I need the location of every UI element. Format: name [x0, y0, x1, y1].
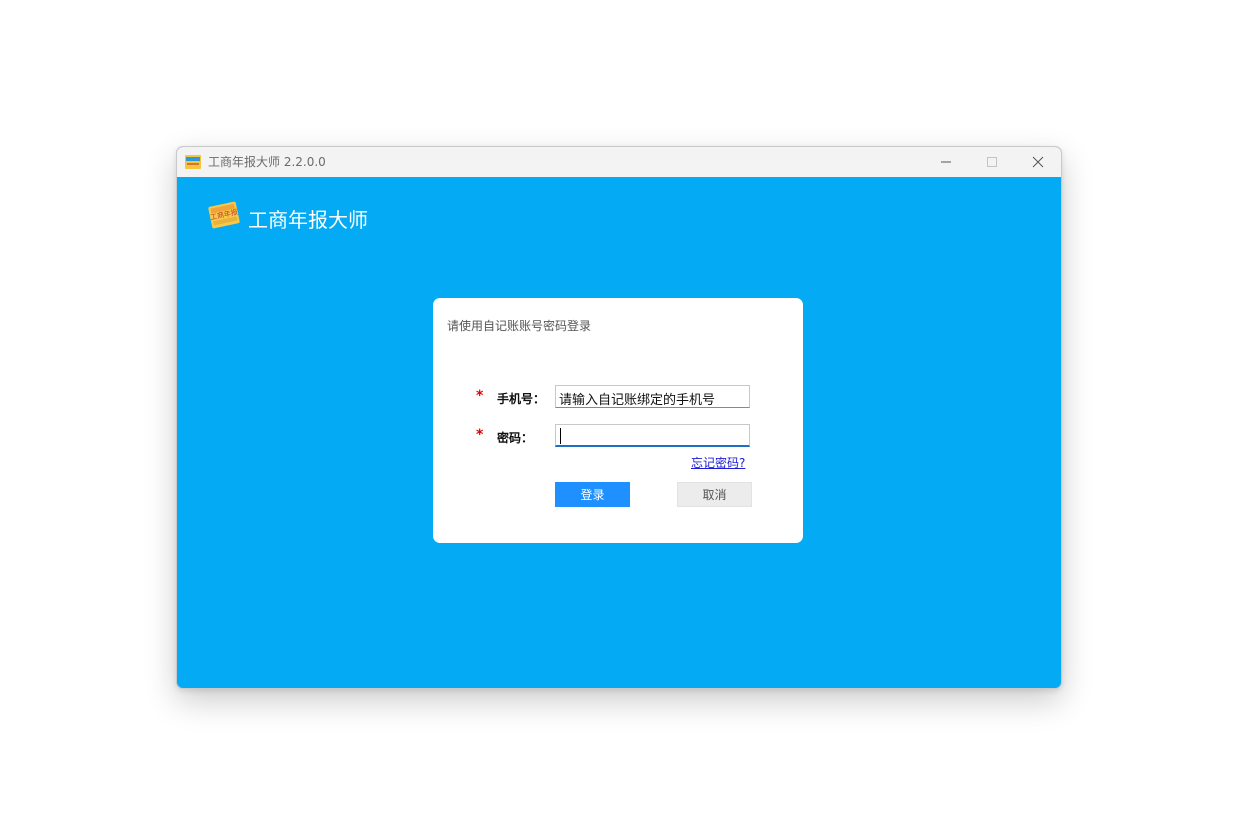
phone-required-mark: *	[476, 388, 484, 404]
cancel-button[interactable]: 取消	[677, 482, 752, 507]
close-icon	[1032, 153, 1044, 172]
password-label: 密码：	[497, 431, 534, 445]
window-title: 工商年报大师 2.2.0.0	[208, 155, 326, 169]
login-button[interactable]: 登录	[555, 482, 630, 507]
minimize-icon	[940, 153, 952, 172]
maximize-button[interactable]	[969, 147, 1015, 177]
phone-input[interactable]: 请输入自记账绑定的手机号	[555, 385, 750, 408]
password-required-mark: *	[476, 427, 484, 443]
login-card: 请使用自记账账号密码登录 * 手机号： 请输入自记账绑定的手机号 * 密码： 忘…	[433, 298, 803, 543]
text-caret	[560, 428, 561, 444]
phone-label: 手机号：	[497, 392, 546, 406]
close-button[interactable]	[1015, 147, 1061, 177]
forgot-password-link[interactable]: 忘记密码?	[691, 454, 745, 471]
minimize-button[interactable]	[923, 147, 969, 177]
main-content: 工商年报 工商年报大师 请使用自记账账号密码登录 * 手机号： 请输入自记账绑定…	[177, 177, 1061, 688]
app-logo-icon	[185, 154, 201, 169]
app-window: 工商年报大师 2.2.0.0 工商年报 工商年报大师 请使用自记账账号密码登录 …	[176, 146, 1062, 689]
title-bar[interactable]: 工商年报大师 2.2.0.0	[177, 147, 1061, 177]
password-input[interactable]	[555, 424, 750, 447]
maximize-icon	[986, 153, 998, 172]
brand-name: 工商年报大师	[248, 208, 368, 232]
brand-logo-icon: 工商年报	[207, 199, 241, 231]
login-hint: 请使用自记账账号密码登录	[447, 319, 592, 333]
